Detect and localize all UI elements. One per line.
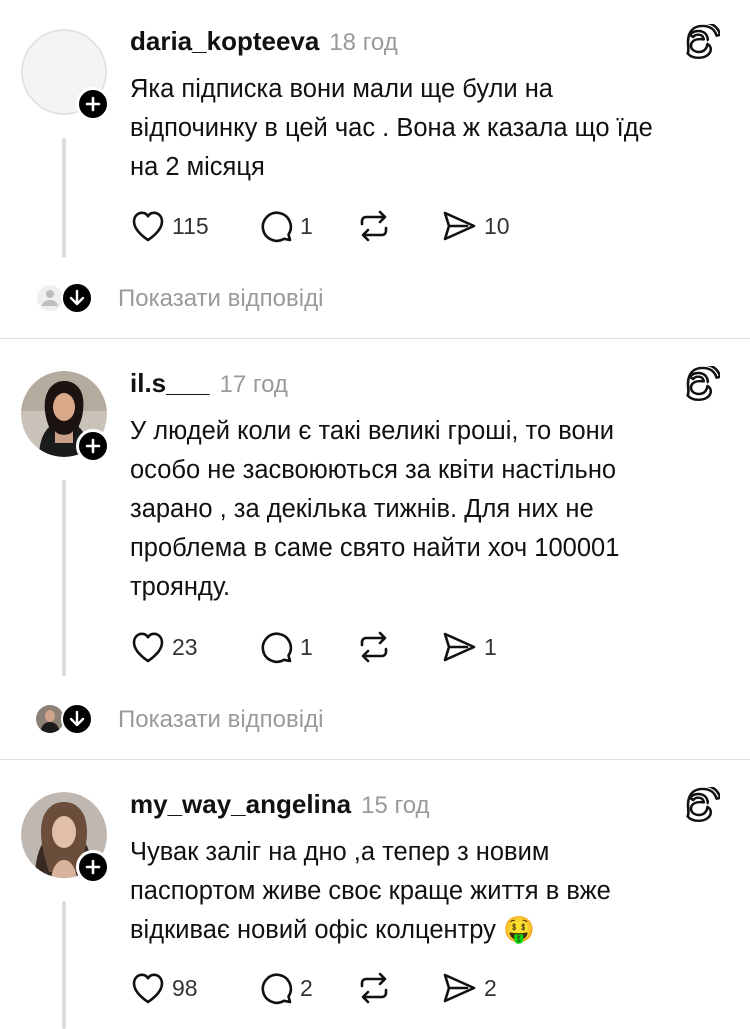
show-replies-link[interactable]: Показати відповіді [118,285,323,313]
post-text: Чувак заліг на дно ,а тепер з новим пасп… [130,838,611,944]
action-bar: 23 1 1 [130,627,497,667]
show-replies-row[interactable]: Показати відповіді [0,273,750,323]
plus-icon [85,438,101,454]
post-text: Яка підписка вони мали ще були на відпоч… [130,75,653,181]
comment-count: 2 [300,974,313,1001]
repost-button[interactable] [356,968,440,1008]
username[interactable]: daria_kopteeva [130,26,319,57]
thread-line [62,138,66,258]
share-icon [443,973,476,1003]
timestamp: 18 год [329,29,398,56]
comment-button[interactable]: 1 [258,627,356,667]
show-replies-link[interactable]: Показати відповіді [118,706,323,734]
action-bar: 115 1 10 [130,206,510,246]
post-item: my_way_angelina 15 год Чувак заліг на дн… [0,763,750,1029]
plus-icon [85,96,101,112]
heart-icon [132,211,164,242]
post-header: daria_kopteeva 18 год [130,26,398,60]
share-count: 2 [484,974,497,1001]
post-item: il.s___ 17 год У людей коли є такі велик… [0,342,750,759]
arrow-down-icon [69,710,85,727]
share-button[interactable]: 1 [440,627,497,667]
like-count: 23 [172,633,198,660]
like-button[interactable]: 98 [130,968,258,1008]
comment-icon [261,632,293,664]
share-button[interactable]: 2 [440,968,497,1008]
share-count: 1 [484,633,497,660]
comment-button[interactable]: 1 [258,206,356,246]
heart-icon [132,973,164,1004]
heart-icon [132,632,164,663]
divider [0,759,750,760]
username[interactable]: il.s___ [130,368,210,399]
repost-icon [360,972,388,1004]
arrow-down-icon [69,289,85,306]
follow-button[interactable] [76,850,110,884]
timestamp: 15 год [361,792,430,819]
action-bar: 98 2 2 [130,968,497,1008]
comment-icon [261,211,293,243]
thread-line [62,901,66,1029]
threads-icon[interactable] [684,787,720,823]
comment-count: 1 [300,633,313,660]
threads-icon[interactable] [684,24,720,60]
repost-icon [360,631,388,663]
comment-button[interactable]: 2 [258,968,356,1008]
like-count: 98 [172,974,198,1001]
share-icon [443,632,476,662]
repost-icon [360,210,388,242]
like-button[interactable]: 23 [130,627,258,667]
repost-button[interactable] [356,206,440,246]
follow-button[interactable] [76,429,110,463]
divider [0,338,750,339]
like-button[interactable]: 115 [130,206,258,246]
share-icon [443,211,476,241]
post-text: У людей коли є такі великі гроші, то вон… [130,417,620,601]
show-replies-row[interactable]: Показати відповіді [0,694,750,744]
like-count: 115 [172,212,209,239]
post-header: il.s___ 17 год [130,368,288,402]
follow-button[interactable] [76,87,110,121]
post-header: my_way_angelina 15 год [130,789,430,823]
threads-icon[interactable] [684,366,720,402]
plus-icon [85,859,101,875]
username[interactable]: my_way_angelina [130,789,351,820]
comment-icon [261,973,293,1005]
share-button[interactable]: 10 [440,206,510,246]
post-item: daria_kopteeva 18 год Яка підписка вони … [0,0,750,338]
share-count: 10 [484,212,510,239]
thread-line [62,480,66,676]
repost-button[interactable] [356,627,440,667]
timestamp: 17 год [219,371,288,398]
comment-count: 1 [300,212,313,239]
